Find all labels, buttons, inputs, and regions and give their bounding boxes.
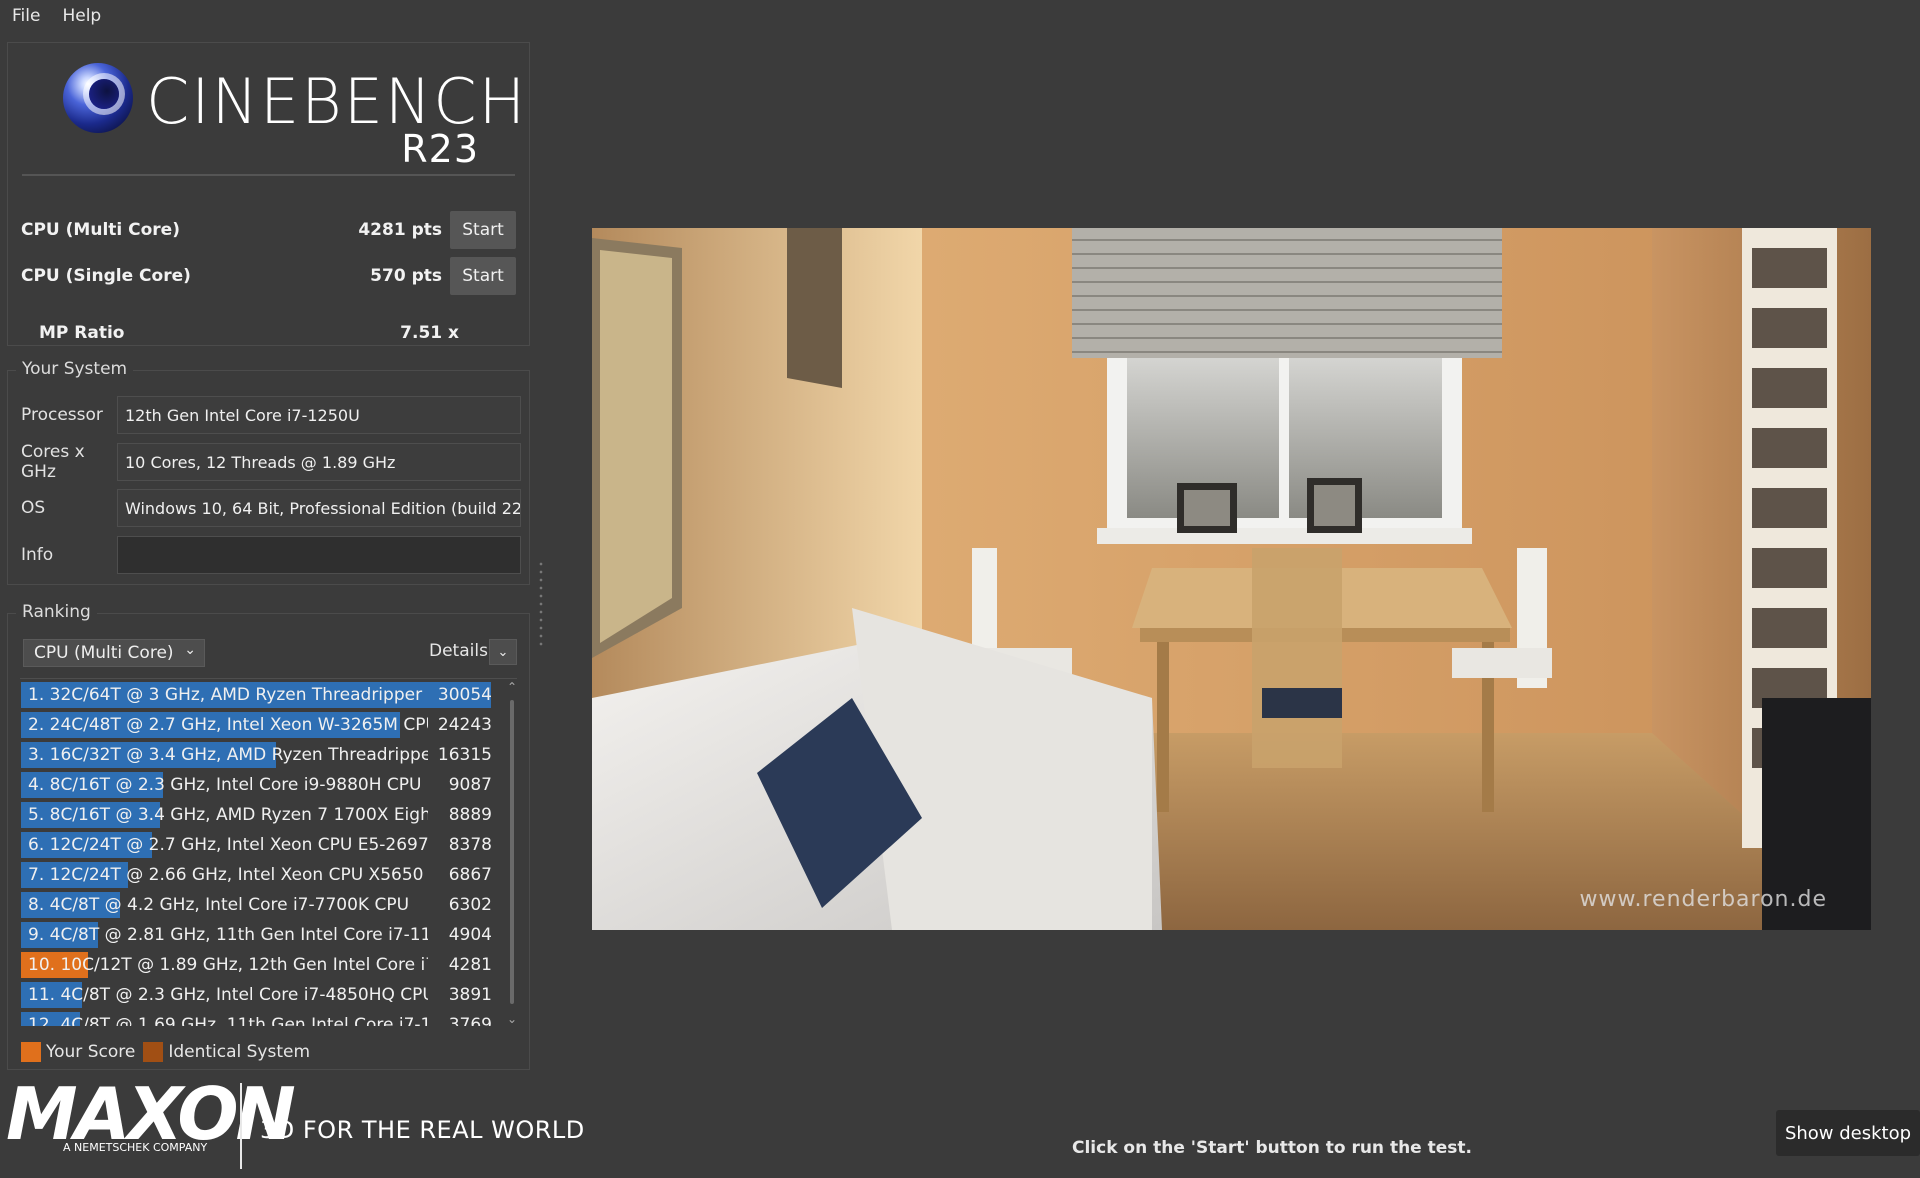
os-field[interactable]: Windows 10, 64 Bit, Professional Edition…: [117, 489, 521, 527]
ranking-row-label: 10. 10C/12T @ 1.89 GHz, 12th Gen Intel C…: [28, 955, 428, 975]
ranking-scrollbar[interactable]: ⌃ ⌄: [505, 680, 519, 1026]
ranking-row-label: 6. 12C/24T @ 2.7 GHz, Intel Xeon CPU E5-…: [28, 835, 428, 855]
scroll-down-icon[interactable]: ⌄: [505, 1012, 519, 1026]
ranking-row-score: 4904: [448, 925, 492, 945]
scroll-up-icon[interactable]: ⌃: [505, 680, 519, 694]
your-system-panel: Your System Processor 12th Gen Intel Cor…: [7, 359, 530, 585]
ranking-row-label: 3. 16C/32T @ 3.4 GHz, AMD Ryzen Threadri…: [28, 745, 428, 765]
ranking-row-score: 8378: [448, 835, 492, 855]
multi-core-row: CPU (Multi Core) 4281 pts Start: [21, 210, 516, 250]
info-field[interactable]: [117, 536, 521, 574]
processor-field[interactable]: 12th Gen Intel Core i7-1250U: [117, 396, 521, 434]
footer-divider: [240, 1083, 242, 1169]
single-core-label: CPU (Single Core): [21, 266, 191, 286]
ranking-row[interactable]: 5. 8C/16T @ 3.4 GHz, AMD Ryzen 7 1700X E…: [21, 800, 500, 830]
identical-system-legend-label: Identical System: [168, 1042, 311, 1062]
ranking-row[interactable]: 4. 8C/16T @ 2.3 GHz, Intel Core i9-9880H…: [21, 770, 500, 800]
ranking-panel: Ranking CPU (Multi Core) ⌄ Details ⌄ 1. …: [7, 602, 530, 1070]
single-core-start-button[interactable]: Start: [450, 257, 516, 295]
divider: [22, 174, 515, 176]
cores-field[interactable]: 10 Cores, 12 Threads @ 1.89 GHz: [117, 443, 521, 481]
menu-bar: File Help: [0, 0, 1920, 32]
ranking-row-score: 6867: [448, 865, 492, 885]
scroll-thumb[interactable]: [510, 700, 514, 1004]
ranking-row-score: 24243: [437, 715, 492, 735]
details-label: Details: [429, 641, 488, 661]
ranking-row[interactable]: 2. 24C/48T @ 2.7 GHz, Intel Xeon W-3265M…: [21, 710, 500, 740]
ranking-legend: Your Score Identical System: [21, 1042, 318, 1062]
your-score-legend-label: Your Score: [46, 1042, 136, 1062]
ranking-row-label: 5. 8C/16T @ 3.4 GHz, AMD Ryzen 7 1700X E…: [28, 805, 428, 825]
menu-file[interactable]: File: [12, 6, 40, 26]
ranking-row[interactable]: 7. 12C/24T @ 2.66 GHz, Intel Xeon CPU X5…: [21, 860, 500, 890]
mp-ratio-row: MP Ratio 7.51 x: [39, 323, 459, 343]
ranking-row-label: 11. 4C/8T @ 2.3 GHz, Intel Core i7-4850H…: [28, 985, 428, 1005]
single-core-row: CPU (Single Core) 570 pts Start: [21, 256, 516, 296]
show-desktop-button[interactable]: Show desktop: [1776, 1110, 1920, 1156]
ranking-row-score: 16315: [437, 745, 492, 765]
ranking-select-value: CPU (Multi Core): [34, 643, 174, 663]
ranking-row[interactable]: 12. 4C/8T @ 1.69 GHz, 11th Gen Intel Cor…: [21, 1010, 500, 1026]
ranking-list[interactable]: 1. 32C/64T @ 3 GHz, AMD Ryzen Threadripp…: [21, 680, 500, 1026]
ranking-row-label: 4. 8C/16T @ 2.3 GHz, Intel Core i9-9880H…: [28, 775, 422, 795]
ranking-row[interactable]: 6. 12C/24T @ 2.7 GHz, Intel Xeon CPU E5-…: [21, 830, 500, 860]
ranking-row[interactable]: 3. 16C/32T @ 3.4 GHz, AMD Ryzen Threadri…: [21, 740, 500, 770]
app-version: R23: [401, 127, 479, 171]
ranking-row-score: 30054: [437, 685, 492, 705]
ranking-row-score: 4281: [448, 955, 492, 975]
tagline: 3D FOR THE REAL WORLD: [260, 1116, 585, 1144]
processor-row: Processor 12th Gen Intel Core i7-1250U: [21, 395, 521, 435]
maxon-subtitle: A NEMETSCHEK COMPANY: [63, 1141, 208, 1154]
multi-core-label: CPU (Multi Core): [21, 220, 180, 240]
render-scene-image: [592, 228, 1871, 930]
ranking-row-label: 12. 4C/8T @ 1.69 GHz, 11th Gen Intel Cor…: [28, 1015, 428, 1026]
os-label: OS: [21, 498, 46, 518]
identical-system-swatch: [143, 1042, 164, 1062]
status-message: Click on the 'Start' button to run the t…: [1072, 1138, 1472, 1158]
info-label: Info: [21, 545, 54, 565]
menu-help[interactable]: Help: [62, 6, 101, 26]
ranking-row[interactable]: 8. 4C/8T @ 4.2 GHz, Intel Core i7-7700K …: [21, 890, 500, 920]
mp-ratio-label: MP Ratio: [39, 323, 125, 343]
ranking-row[interactable]: 11. 4C/8T @ 2.3 GHz, Intel Core i7-4850H…: [21, 980, 500, 1010]
cinebench-logo-icon: [63, 63, 133, 133]
mp-ratio-value: 7.51 x: [400, 323, 459, 343]
maxon-logo: MAXON: [6, 1072, 296, 1156]
ranking-row-label: 8. 4C/8T @ 4.2 GHz, Intel Core i7-7700K …: [28, 895, 410, 915]
ranking-row[interactable]: 9. 4C/8T @ 2.81 GHz, 11th Gen Intel Core…: [21, 920, 500, 950]
your-system-title: Your System: [16, 359, 134, 379]
details-toggle-button[interactable]: ⌄: [489, 639, 517, 665]
ranking-row-label: 2. 24C/48T @ 2.7 GHz, Intel Xeon W-3265M…: [28, 715, 428, 735]
ranking-row[interactable]: 10. 10C/12T @ 1.89 GHz, 12th Gen Intel C…: [21, 950, 500, 980]
ranking-row[interactable]: 1. 32C/64T @ 3 GHz, AMD Ryzen Threadripp…: [21, 680, 500, 710]
chevron-down-icon: ⌄: [184, 642, 196, 658]
ranking-title: Ranking: [16, 602, 97, 622]
ranking-row-label: 7. 12C/24T @ 2.66 GHz, Intel Xeon CPU X5…: [28, 865, 424, 885]
ranking-test-select[interactable]: CPU (Multi Core) ⌄: [23, 639, 205, 667]
ranking-row-score: 6302: [448, 895, 492, 915]
single-core-score: 570 pts: [370, 266, 442, 286]
ranking-row-score: 3769: [448, 1015, 492, 1026]
ranking-row-label: 1. 32C/64T @ 3 GHz, AMD Ryzen Threadripp…: [28, 685, 428, 705]
multi-core-score: 4281 pts: [358, 220, 442, 240]
processor-label: Processor: [21, 405, 103, 425]
render-watermark: www.renderbaron.de: [1579, 887, 1827, 912]
divider: [20, 678, 517, 679]
ranking-row-score: 8889: [448, 805, 492, 825]
cores-row: Cores x GHz 10 Cores, 12 Threads @ 1.89 …: [21, 442, 521, 482]
chevron-down-icon: ⌄: [497, 644, 509, 660]
ranking-row-score: 3891: [448, 985, 492, 1005]
ranking-row-label: 9. 4C/8T @ 2.81 GHz, 11th Gen Intel Core…: [28, 925, 428, 945]
panel-splitter-handle[interactable]: [539, 560, 543, 648]
info-row: Info: [21, 535, 521, 575]
os-row: OS Windows 10, 64 Bit, Professional Edit…: [21, 488, 521, 528]
multi-core-start-button[interactable]: Start: [450, 211, 516, 249]
cores-label: Cores x GHz: [21, 442, 85, 482]
ranking-row-score: 9087: [448, 775, 492, 795]
your-score-swatch: [21, 1042, 41, 1062]
benchmark-panel: CINEBENCH R23 CPU (Multi Core) 4281 pts …: [7, 42, 530, 346]
render-viewport: www.renderbaron.de: [592, 228, 1871, 930]
